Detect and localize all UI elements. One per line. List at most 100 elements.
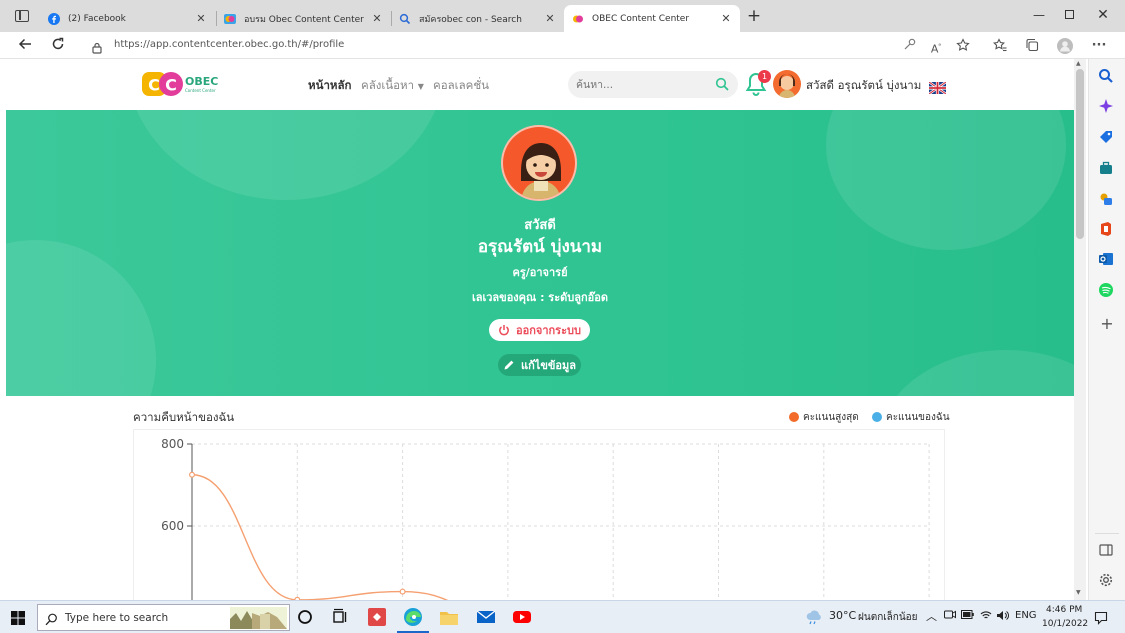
power-icon — [499, 325, 509, 336]
progress-chart: 800 600 — [133, 429, 945, 600]
office-icon[interactable] — [1098, 221, 1116, 239]
read-aloud-icon[interactable]: Aᵃ — [928, 38, 944, 56]
legend-label-max: คะแนนสูงสุด — [803, 412, 859, 423]
weather-text[interactable]: ฝนตกเล็กน้อย — [858, 610, 918, 625]
wifi-icon[interactable] — [980, 610, 992, 624]
collections-icon[interactable] — [1024, 38, 1040, 54]
sidebar-toggle-icon[interactable] — [1098, 542, 1116, 560]
search-icon[interactable] — [715, 77, 730, 92]
series-line — [191, 474, 449, 600]
svg-text:C: C — [148, 76, 160, 95]
logout-button[interactable]: ออกจากระบบ — [489, 319, 590, 341]
task-view-icon[interactable] — [329, 606, 351, 628]
close-icon[interactable]: ✕ — [371, 12, 383, 25]
svg-text:C: C — [165, 76, 177, 95]
close-icon[interactable]: ✕ — [544, 12, 556, 25]
profile-name: อรุณรัตน์ บุ่งนาม — [477, 237, 603, 257]
nav-collections[interactable]: คอลเลคชั่น — [433, 77, 489, 95]
cortana-icon[interactable] — [294, 606, 316, 628]
site-logo[interactable]: C C OBEC Content Center — [141, 70, 221, 98]
weather-icon[interactable] — [805, 609, 823, 625]
favorite-add-icon[interactable] — [955, 38, 971, 54]
search-input[interactable] — [576, 76, 706, 93]
legend-label-mine: คะแนนของฉัน — [886, 412, 950, 423]
tab-search[interactable]: สมัครobec con - Search ✕ — [391, 5, 564, 32]
nav-content-library-label: คลังเนื้อหา — [361, 78, 415, 92]
notifications-icon[interactable] — [1094, 610, 1108, 625]
app-icon-red[interactable] — [366, 606, 388, 628]
close-icon[interactable]: ✕ — [720, 12, 732, 25]
back-button[interactable] — [15, 36, 35, 56]
new-tab-button[interactable]: + — [746, 8, 762, 25]
scroll-up-icon[interactable]: ▲ — [1076, 60, 1081, 67]
uk-flag-icon[interactable] — [928, 79, 947, 95]
tab-title: อบรม Obec Content Center — [244, 14, 364, 25]
input-language[interactable]: ENG — [1015, 610, 1037, 621]
profile-level: เลเวลของคุณ : ระดับลูกอ๊อด — [472, 291, 608, 304]
nav-content-library[interactable]: คลังเนื้อหา ▼ — [361, 77, 424, 95]
weather-temp[interactable]: 30°C — [829, 609, 856, 622]
close-window-button[interactable]: ✕ — [1088, 6, 1118, 24]
gear-icon[interactable] — [1098, 572, 1116, 590]
refresh-button[interactable] — [48, 36, 68, 56]
edit-profile-button[interactable]: แก้ไขข้อมูล — [498, 354, 581, 376]
taskbar-search-box[interactable]: Type here to search — [37, 604, 290, 631]
tab-obec-content-center[interactable]: OBEC Content Center ✕ — [564, 5, 740, 32]
more-menu-icon[interactable]: ··· — [1091, 38, 1107, 54]
tab-obec-training[interactable]: อบรม Obec Content Center ✕ — [216, 5, 391, 32]
file-explorer-icon[interactable] — [438, 606, 460, 628]
battery-icon[interactable] — [961, 610, 974, 622]
tools-icon[interactable] — [1098, 160, 1116, 178]
edit-profile-label: แก้ไขข้อมูล — [521, 359, 576, 372]
maximize-button[interactable] — [1054, 6, 1084, 24]
url-box[interactable]: https://app.contentcenter.obec.go.th/#/p… — [80, 34, 980, 57]
notification-bell[interactable]: 1 — [745, 70, 771, 99]
edge-sidebar: + — [1088, 59, 1125, 600]
tab-strip: (2) Facebook ✕ อบรม Obec Content Center … — [0, 0, 1125, 32]
windows-start-icon[interactable] — [11, 610, 25, 625]
key-icon[interactable] — [901, 38, 917, 54]
scroll-down-icon[interactable]: ▼ — [1076, 589, 1081, 596]
minimize-button[interactable]: — — [1024, 6, 1054, 24]
clock-time[interactable]: 4:46 PM — [1046, 605, 1082, 615]
edge-browser-icon[interactable] — [402, 606, 424, 628]
clock-date[interactable]: 10/1/2022 — [1042, 619, 1088, 629]
profile-avatar-icon[interactable] — [1057, 38, 1073, 54]
favorites-icon[interactable] — [992, 38, 1008, 54]
tab-title: OBEC Content Center — [592, 13, 690, 24]
facebook-icon — [48, 12, 60, 25]
nav-home[interactable]: หน้าหลัก — [308, 77, 352, 95]
spotify-icon[interactable] — [1098, 282, 1116, 300]
shopping-tag-icon[interactable] — [1098, 129, 1116, 147]
youtube-icon[interactable] — [511, 606, 533, 628]
site-header: C C OBEC Content Center หน้าหลัก คลังเนื… — [6, 59, 1074, 110]
user-avatar[interactable] — [773, 70, 801, 98]
logout-label: ออกจากระบบ — [516, 324, 581, 337]
chart-title: ความคืบหน้าของฉัน — [133, 410, 235, 424]
legend-dot-max — [789, 412, 799, 422]
add-icon[interactable]: + — [1098, 315, 1116, 333]
chevron-up-icon[interactable]: ︿ — [926, 608, 937, 624]
outlook-icon[interactable] — [1098, 251, 1116, 269]
scroll-thumb[interactable] — [1076, 69, 1084, 239]
meet-now-icon[interactable] — [944, 610, 956, 624]
lock-icon — [92, 39, 102, 54]
content-center-icon — [572, 13, 584, 25]
site-search — [568, 71, 738, 98]
user-greeting[interactable]: สวัสดี อรุณรัตน์ บุ่งนาม — [806, 77, 921, 95]
search-icon — [399, 13, 411, 25]
tab-actions-icon[interactable] — [15, 10, 29, 22]
browser-window: (2) Facebook ✕ อบรม Obec Content Center … — [0, 0, 1125, 600]
page-scrollbar[interactable]: ▲ ▼ — [1074, 59, 1086, 600]
tab-facebook[interactable]: (2) Facebook ✕ — [40, 5, 215, 32]
games-icon[interactable] — [1098, 191, 1116, 209]
pencil-icon — [504, 360, 514, 370]
y-tick-label: 800 — [161, 437, 184, 451]
sparkle-icon[interactable] — [1098, 98, 1116, 116]
search-icon[interactable] — [1098, 68, 1116, 86]
close-icon[interactable]: ✕ — [195, 12, 207, 25]
logo-cc-icon: C C — [142, 72, 183, 96]
mail-icon[interactable] — [475, 606, 497, 628]
volume-icon[interactable] — [996, 610, 1009, 624]
tab-title: สมัครobec con - Search — [419, 14, 522, 25]
